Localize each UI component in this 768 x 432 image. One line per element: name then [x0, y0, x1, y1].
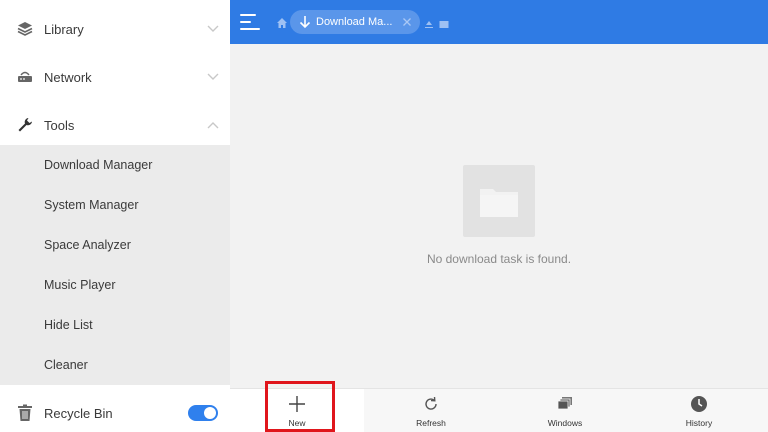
tools-item-system-manager[interactable]: System Manager — [0, 185, 230, 225]
wrench-icon — [14, 114, 36, 136]
sidebar-section-network[interactable]: Network — [0, 53, 230, 101]
folder-small-icon[interactable] — [439, 16, 449, 28]
trash-icon — [14, 402, 36, 424]
close-icon[interactable] — [400, 15, 414, 29]
tools-item-download-manager[interactable]: Download Manager — [0, 145, 230, 185]
layers-icon — [14, 18, 36, 40]
recycle-bin-toggle[interactable] — [188, 405, 218, 421]
bottom-toolbar: New Refresh Windows History — [230, 388, 768, 432]
breadcrumb-chip[interactable]: Download Ma... — [290, 10, 420, 34]
download-icon — [298, 14, 312, 30]
refresh-icon — [422, 395, 440, 413]
sidebar-section-label: Library — [44, 21, 84, 37]
sidebar-section-library[interactable]: Library — [0, 5, 230, 53]
sidebar-section-label: Tools — [44, 117, 75, 133]
history-button[interactable]: History — [632, 389, 766, 432]
toolbar-label: Refresh — [416, 418, 446, 428]
windows-button[interactable]: Windows — [498, 389, 632, 432]
plus-icon — [288, 395, 306, 413]
tools-item-cleaner[interactable]: Cleaner — [0, 345, 230, 385]
home-icon[interactable] — [276, 16, 288, 28]
windows-icon — [556, 395, 574, 413]
toggle-knob — [204, 407, 216, 419]
breadcrumb-label: Download Ma... — [316, 16, 393, 28]
empty-message: No download task is found. — [426, 252, 572, 266]
toolbar-label: Windows — [547, 418, 583, 428]
tools-item-hide-list[interactable]: Hide List — [0, 305, 230, 345]
clock-icon — [690, 395, 708, 413]
tools-item-space-analyzer[interactable]: Space Analyzer — [0, 225, 230, 265]
new-button[interactable]: New — [230, 389, 364, 432]
main-content: No download task is found. — [230, 44, 768, 388]
toolbar-label: History — [685, 418, 713, 428]
top-bar: Download Ma... — [230, 0, 768, 44]
refresh-button[interactable]: Refresh — [364, 389, 498, 432]
tools-item-music-player[interactable]: Music Player — [0, 265, 230, 305]
router-icon — [14, 66, 36, 88]
recycle-bin-label: Recycle Bin — [44, 405, 113, 421]
tools-submenu: Download Manager System Manager Space An… — [0, 145, 230, 385]
sidebar-section-tools[interactable]: Tools — [0, 101, 230, 149]
chevron-down-icon — [206, 22, 220, 36]
sidebar: Library Network Tools Download Manager S… — [0, 0, 230, 432]
toolbar-label: New — [288, 418, 306, 428]
folder-icon — [463, 165, 535, 237]
menu-icon[interactable] — [240, 11, 262, 33]
chevron-up-icon — [206, 118, 220, 132]
chevron-down-icon — [206, 70, 220, 84]
upload-icon[interactable] — [424, 16, 434, 28]
sidebar-section-label: Network — [44, 69, 92, 85]
